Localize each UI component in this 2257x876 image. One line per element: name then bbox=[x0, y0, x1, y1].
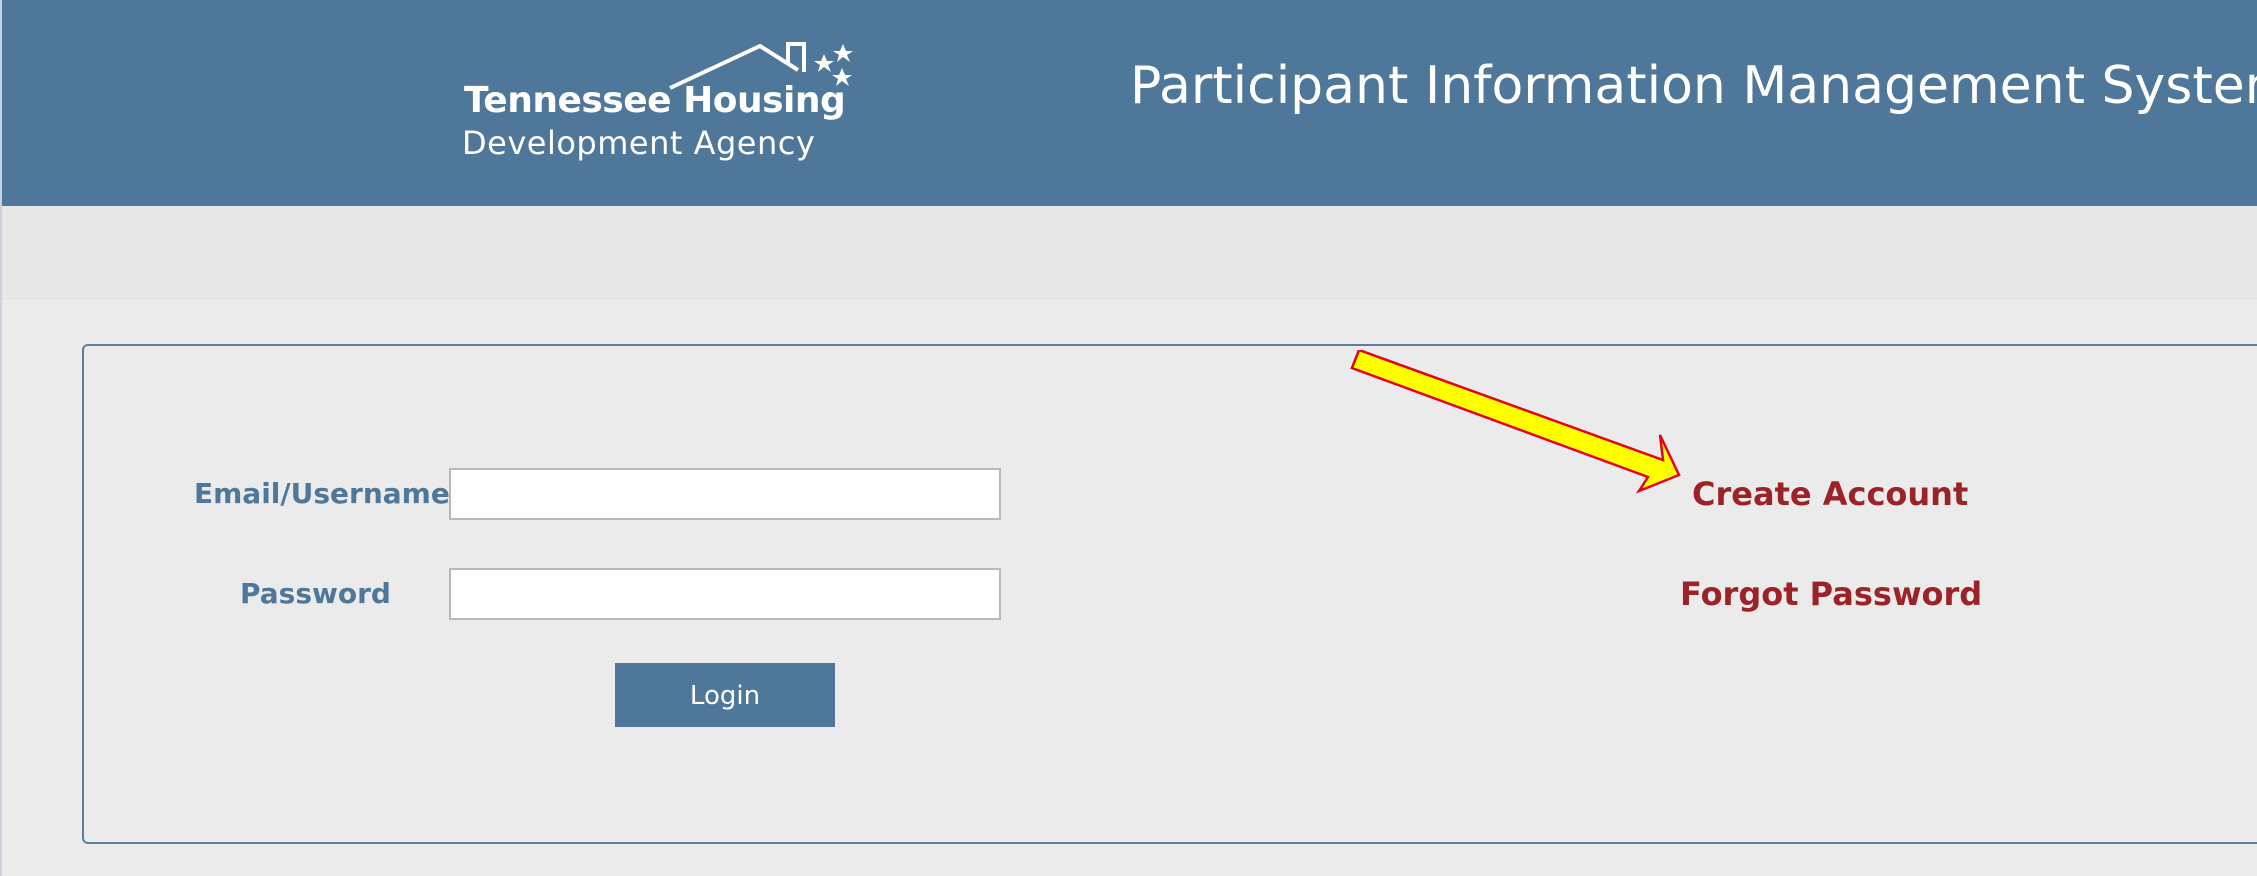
password-label: Password bbox=[240, 577, 391, 610]
yellow-arrow-icon bbox=[1350, 348, 1681, 494]
email-label: Email/Username bbox=[194, 477, 450, 510]
forgot-password-link[interactable]: Forgot Password bbox=[1680, 575, 1982, 613]
logo-text-line2: Development Agency bbox=[462, 124, 816, 162]
agency-logo: Tennessee Housing Development Agency bbox=[458, 36, 868, 166]
login-button[interactable]: Login bbox=[615, 663, 835, 727]
create-account-link[interactable]: Create Account bbox=[1692, 475, 1968, 513]
logo-text-line1: Tennessee Housing bbox=[464, 80, 846, 121]
app-title: Participant Information Management Syste… bbox=[1130, 56, 2257, 116]
login-page: Tennessee Housing Development Agency Par… bbox=[0, 0, 2257, 876]
header-band bbox=[2, 206, 2257, 299]
email-input[interactable] bbox=[449, 468, 1001, 520]
header-bar: Tennessee Housing Development Agency Par… bbox=[2, 0, 2257, 206]
password-input[interactable] bbox=[449, 568, 1001, 620]
annotation-arrow bbox=[1347, 348, 1687, 500]
